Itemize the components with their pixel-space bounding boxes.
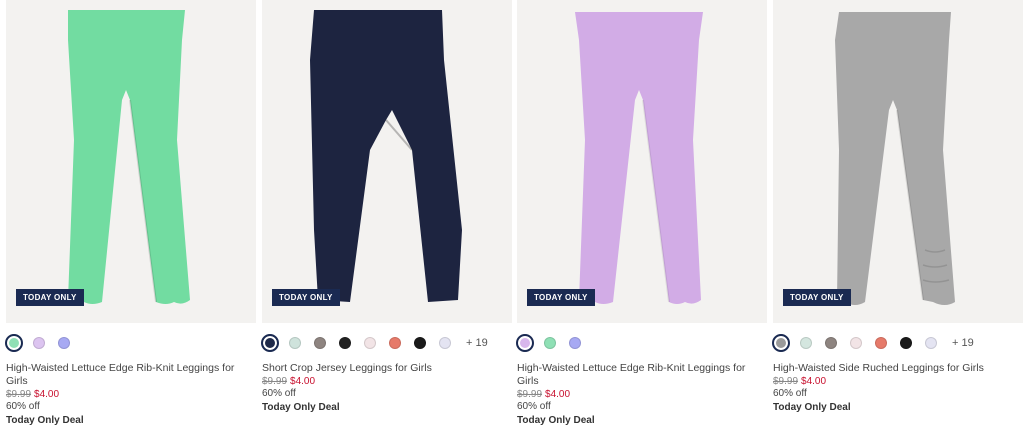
discount-label: 60% off — [773, 388, 807, 399]
more-colors-link[interactable]: + 19 — [952, 337, 974, 349]
color-swatch[interactable] — [339, 337, 351, 349]
color-swatch[interactable] — [314, 337, 326, 349]
leggings-image — [835, 12, 955, 305]
deal-label: Today Only Deal — [6, 415, 84, 426]
color-swatch[interactable] — [875, 337, 887, 349]
leggings-image — [310, 10, 462, 302]
color-swatch[interactable] — [261, 334, 279, 352]
color-swatch[interactable] — [569, 337, 581, 349]
product-image[interactable]: TODAY ONLY — [6, 0, 256, 323]
today-only-badge: TODAY ONLY — [527, 289, 595, 306]
product-image[interactable]: TODAY ONLY — [262, 0, 512, 323]
more-colors-link[interactable]: + 19 — [466, 337, 488, 349]
color-swatch[interactable] — [516, 334, 534, 352]
product-image[interactable]: TODAY ONLY — [517, 0, 767, 323]
today-only-badge: TODAY ONLY — [16, 289, 84, 306]
color-swatch[interactable] — [772, 334, 790, 352]
color-swatch[interactable] — [33, 337, 45, 349]
color-swatch[interactable] — [544, 337, 556, 349]
discount-label: 60% off — [6, 401, 40, 412]
color-swatches: + 19 — [261, 333, 488, 353]
original-price: $9.99 — [773, 376, 799, 387]
product-card[interactable]: TODAY ONLY + 19 High-Waisted Side Ruched… — [772, 0, 1023, 427]
color-swatch[interactable] — [900, 337, 912, 349]
original-price: $9.99 — [262, 376, 288, 387]
deal-label: Today Only Deal — [773, 402, 851, 413]
product-title[interactable]: High-Waisted Side Ruched Leggings for Gi… — [773, 362, 1018, 375]
today-only-badge: TODAY ONLY — [272, 289, 340, 306]
price-block: $9.99 $4.00 60% off Today Only Deal — [773, 376, 1018, 414]
price-block: $9.99 $4.00 60% off Today Only Deal — [6, 389, 251, 427]
leggings-image — [68, 10, 190, 304]
sale-price: $4.00 — [545, 389, 571, 400]
color-swatches — [5, 333, 83, 353]
product-card[interactable]: TODAY ONLY + 19 Short Crop Jersey Leggin… — [261, 0, 512, 427]
sale-price: $4.00 — [290, 376, 316, 387]
color-swatches — [516, 333, 594, 353]
leggings-image — [575, 12, 703, 304]
discount-label: 60% off — [262, 388, 296, 399]
product-card[interactable]: TODAY ONLY High-Waisted Lettuce Edge Rib… — [5, 0, 256, 427]
color-swatch[interactable] — [414, 337, 426, 349]
product-title[interactable]: High-Waisted Lettuce Edge Rib-Knit Leggi… — [6, 362, 251, 388]
color-swatch[interactable] — [825, 337, 837, 349]
deal-label: Today Only Deal — [517, 415, 595, 426]
color-swatch[interactable] — [58, 337, 70, 349]
product-title[interactable]: High-Waisted Lettuce Edge Rib-Knit Leggi… — [517, 362, 762, 388]
color-swatch[interactable] — [289, 337, 301, 349]
product-image[interactable]: TODAY ONLY — [773, 0, 1023, 323]
product-card[interactable]: TODAY ONLY High-Waisted Lettuce Edge Rib… — [516, 0, 767, 427]
deal-label: Today Only Deal — [262, 402, 340, 413]
price-block: $9.99 $4.00 60% off Today Only Deal — [517, 389, 762, 427]
price-block: $9.99 $4.00 60% off Today Only Deal — [262, 376, 507, 414]
product-title[interactable]: Short Crop Jersey Leggings for Girls — [262, 362, 507, 375]
original-price: $9.99 — [517, 389, 543, 400]
color-swatches: + 19 — [772, 333, 974, 353]
color-swatch[interactable] — [800, 337, 812, 349]
sale-price: $4.00 — [801, 376, 827, 387]
original-price: $9.99 — [6, 389, 32, 400]
color-swatch[interactable] — [925, 337, 937, 349]
today-only-badge: TODAY ONLY — [783, 289, 851, 306]
color-swatch[interactable] — [439, 337, 451, 349]
discount-label: 60% off — [517, 401, 551, 412]
color-swatch[interactable] — [364, 337, 376, 349]
color-swatch[interactable] — [389, 337, 401, 349]
sale-price: $4.00 — [34, 389, 60, 400]
product-grid: TODAY ONLY High-Waisted Lettuce Edge Rib… — [0, 0, 1024, 427]
color-swatch[interactable] — [850, 337, 862, 349]
color-swatch[interactable] — [5, 334, 23, 352]
